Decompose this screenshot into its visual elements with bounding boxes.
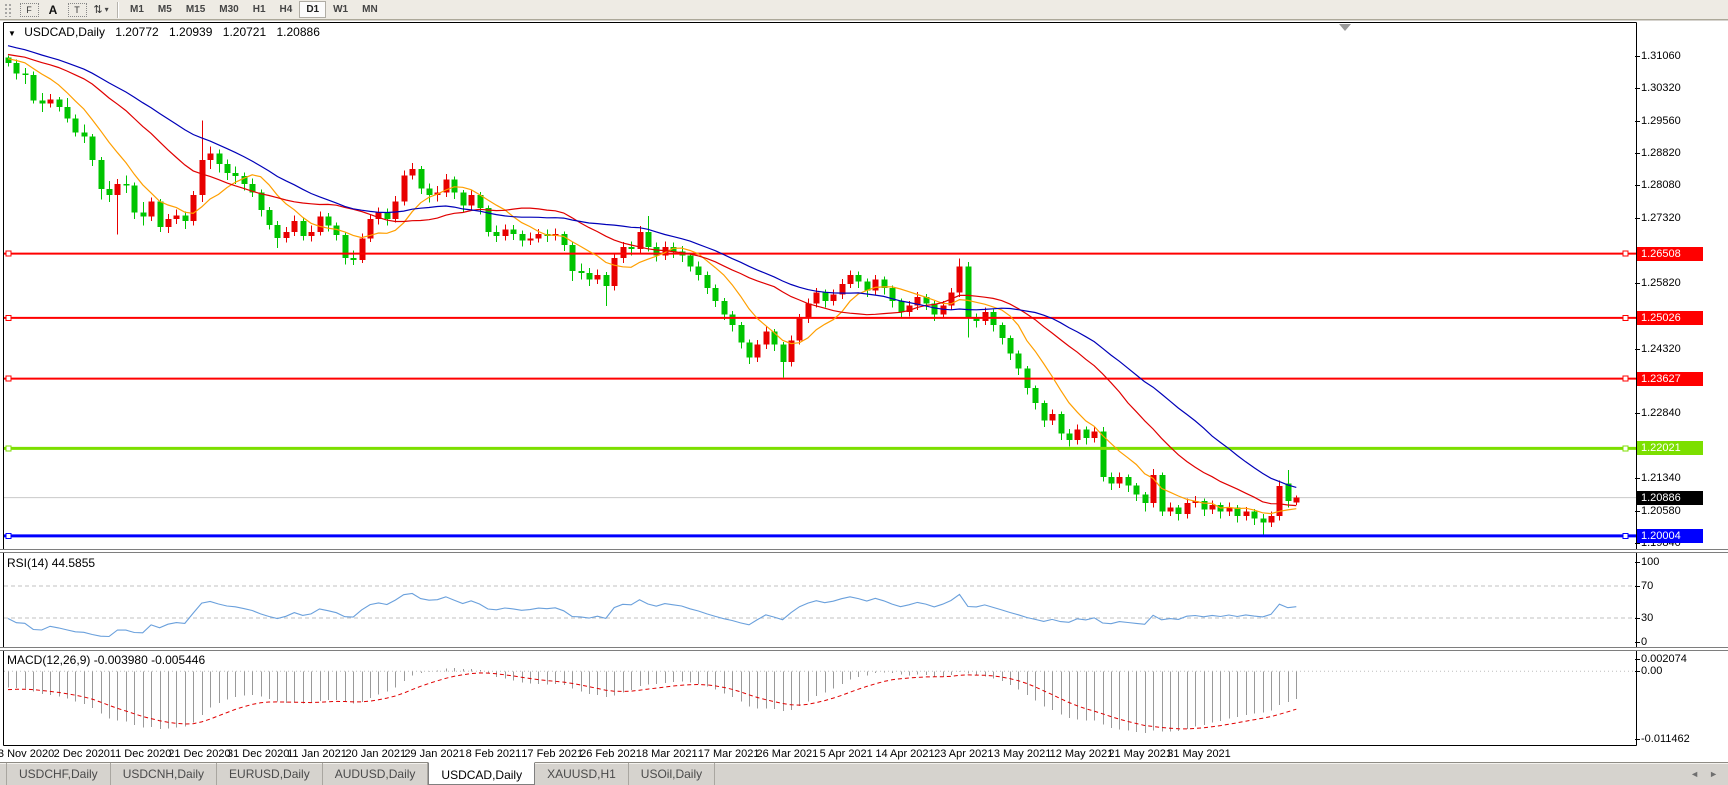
timeframe-button-m15[interactable]: M15 [179,1,212,18]
timeframe-buttons: M1 M5 M15 M30 H1 H4 D1 W1 MN [123,1,385,18]
chart-borders [0,22,1728,746]
candlesticks [5,55,1300,537]
chart-canvas[interactable] [0,21,1728,762]
sma-30-line [7,45,1297,488]
chart-tab-audusd[interactable]: AUDUSD,Daily [323,763,429,785]
chart-area [0,21,1728,762]
text-tool-icon: A [48,2,58,17]
timeframe-button-h1[interactable]: H1 [246,1,273,18]
arrows-tool-button[interactable]: ⇅ ▾ [91,2,111,18]
text-tool-button[interactable]: A [43,2,63,18]
tab-scroll-right-button[interactable]: ► [1709,769,1718,779]
timeframe-button-mn[interactable]: MN [355,1,385,18]
label-tool-icon: T [67,2,87,17]
chart-tab-eurusd[interactable]: EURUSD,Daily [217,763,323,785]
fibonacci-icon: F [19,2,39,17]
macd-histogram [8,667,1297,734]
timeframe-button-m1[interactable]: M1 [123,1,151,18]
mt4-window: F A T ⇅ ▾ M1 M5 M15 M30 H1 H4 D1 W1 MN ▼ USDCAD,… [0,0,1728,785]
fibonacci-tool-button[interactable]: F [19,2,39,18]
chart-tab-usdcad[interactable]: USDCAD,Daily [428,762,536,785]
timeframe-button-d1[interactable]: D1 [299,1,327,18]
support-resistance-lines [4,252,1636,538]
chart-tabs-bar: USDCHF,Daily USDCNH,Daily EURUSD,Daily AUDU… [0,762,1728,785]
rsi-line [7,592,1297,638]
timeframe-button-m30[interactable]: M30 [212,1,245,18]
chart-tabs: USDCHF,Daily USDCNH,Daily EURUSD,Daily AUDU… [6,762,716,785]
timeframe-button-m5[interactable]: M5 [151,1,179,18]
timeframe-button-w1[interactable]: W1 [326,1,355,18]
chevron-down-icon: ▾ [104,5,109,14]
chart-tab-xauusd[interactable]: XAUUSD,H1 [535,763,629,785]
toolbar: F A T ⇅ ▾ M1 M5 M15 M30 H1 H4 D1 W1 MN [0,0,1728,20]
tab-scroll-buttons: ◄ ► [1690,763,1728,785]
timeframe-button-h4[interactable]: H4 [273,1,300,18]
chart-tab-usdchf[interactable]: USDCHF,Daily [6,763,111,785]
chart-tab-usoil[interactable]: USOil,Daily [629,763,716,785]
tab-scroll-left-button[interactable]: ◄ [1690,769,1699,779]
arrows-icon: ⇅ [93,4,103,16]
label-tool-button[interactable]: T [67,2,87,18]
chart-tab-usdcnh[interactable]: USDCNH,Daily [111,763,218,785]
toolbar-separator [117,1,119,18]
toolbar-grip[interactable] [4,2,13,17]
